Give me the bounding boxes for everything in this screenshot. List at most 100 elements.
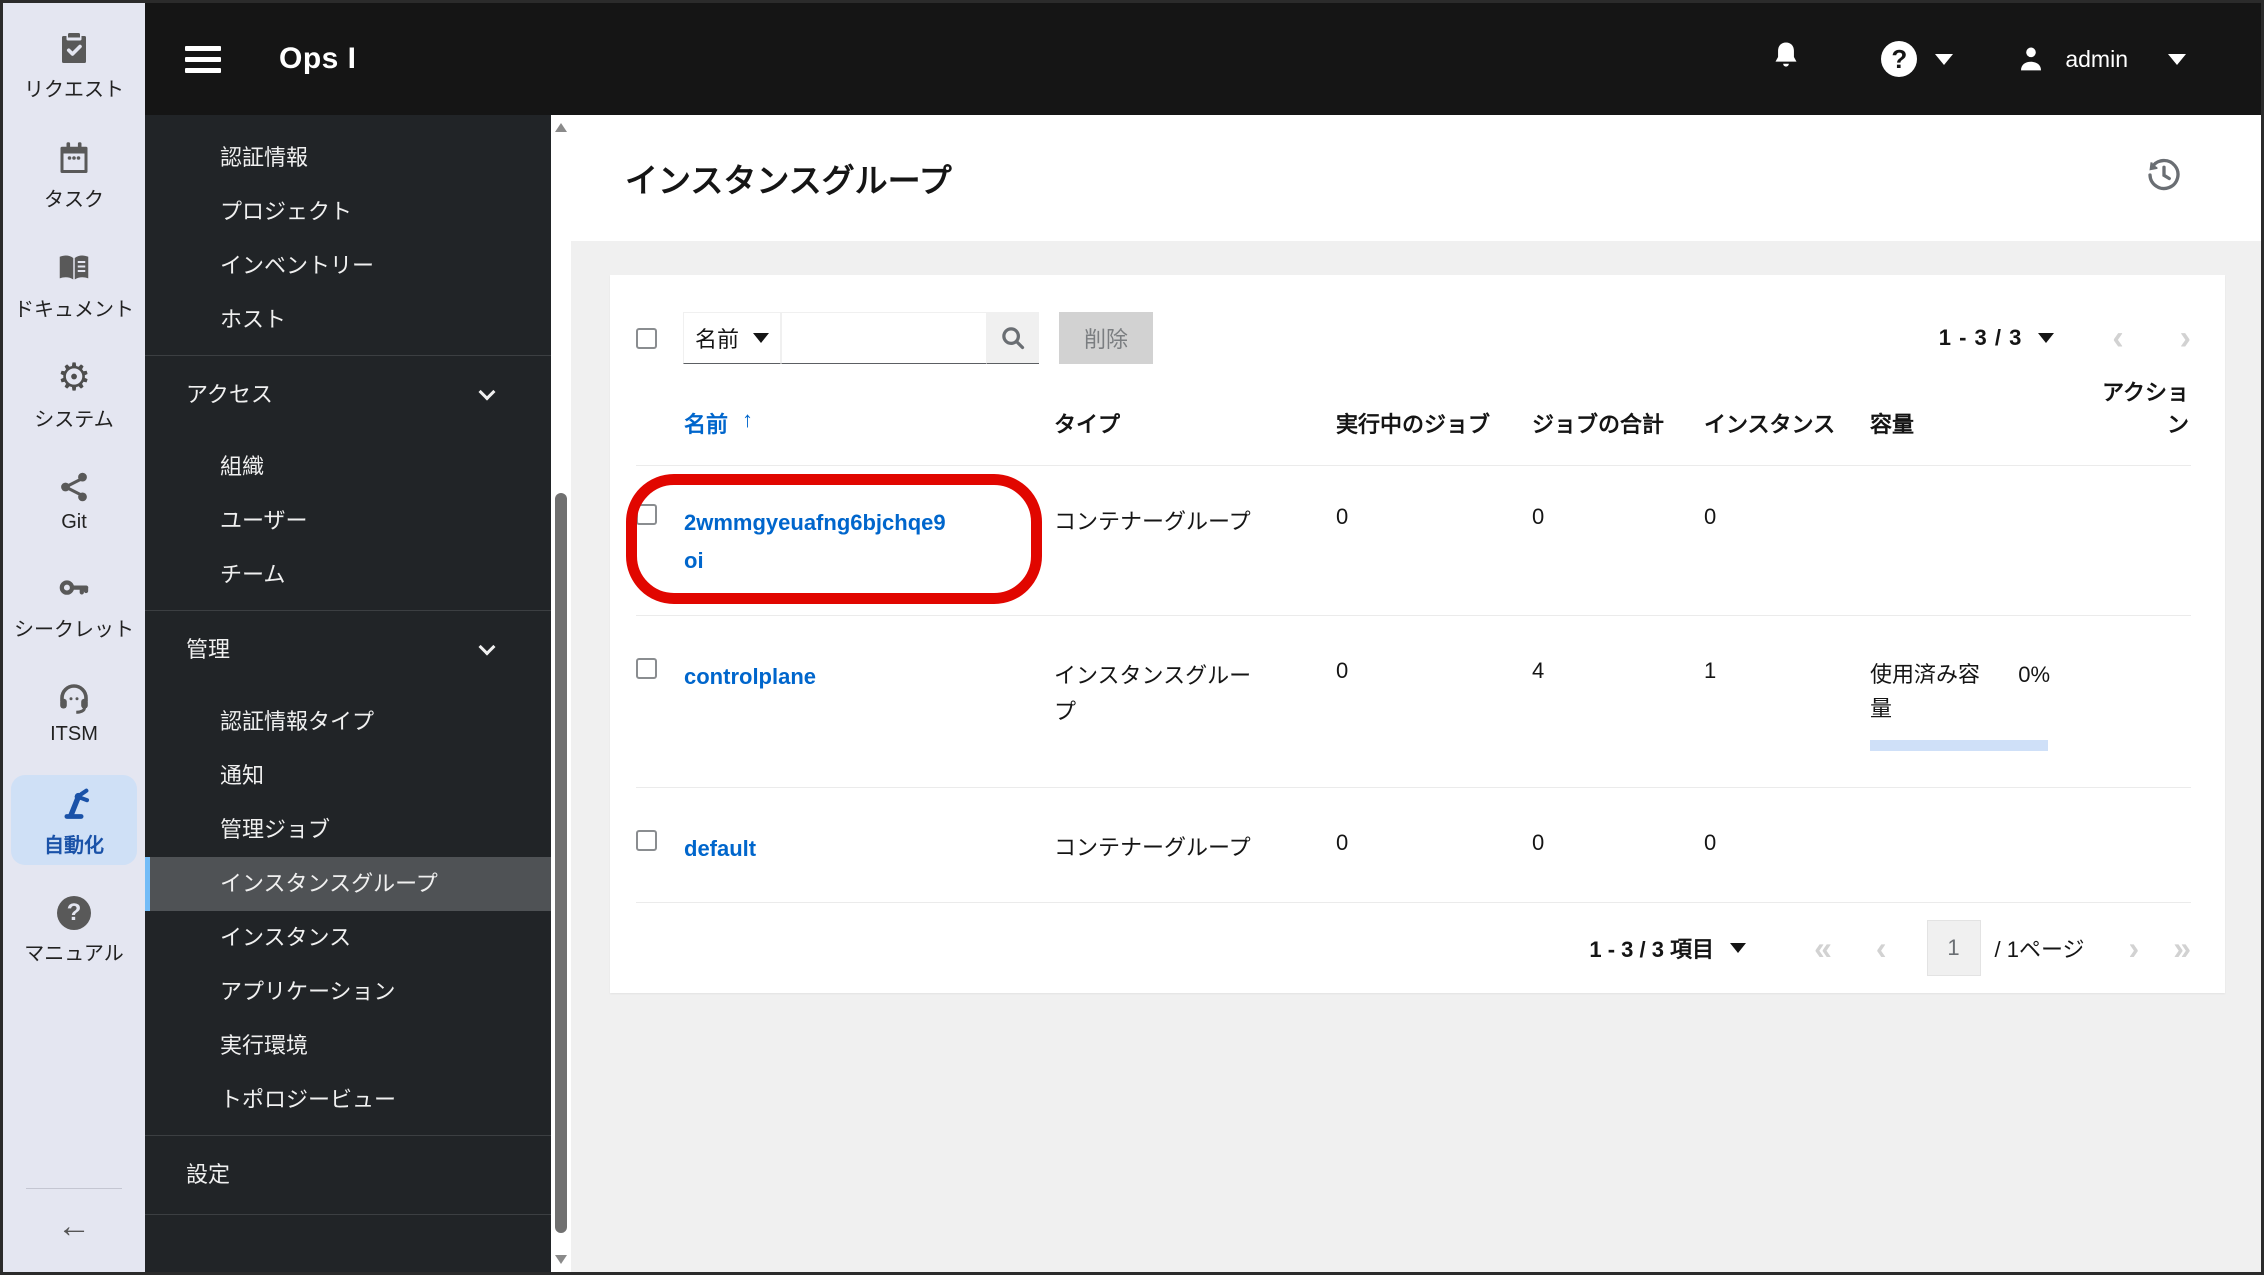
page-header: インスタンスグループ — [571, 115, 2261, 241]
prev-page-chevron[interactable]: ‹ — [2112, 321, 2123, 355]
user-menu[interactable]: admin — [2015, 43, 2186, 75]
sidebar-item-users[interactable]: ユーザー — [145, 494, 551, 548]
chevron-down-icon — [478, 638, 496, 656]
chevron-down-icon[interactable] — [2038, 333, 2055, 343]
divider — [145, 1214, 551, 1215]
cell-running-jobs: 0 — [1336, 504, 1349, 529]
row-checkbox[interactable] — [636, 658, 657, 679]
search-button[interactable] — [987, 312, 1039, 364]
rail-label: システム — [34, 409, 114, 431]
help-icon: ? — [1881, 41, 1918, 77]
sidebar-scrollbar[interactable] — [551, 115, 571, 1272]
column-header-name[interactable]: 名前 ↑ — [684, 407, 1054, 439]
last-page-button[interactable]: » — [2173, 932, 2191, 964]
instance-groups-card: 名前 削除 1 - 3 / 3 ‹ › 名前 ↑ タイプ 実行中のジョブ ジョブ… — [610, 275, 2225, 993]
hamburger-menu-icon[interactable] — [185, 40, 221, 79]
user-name: admin — [2065, 45, 2128, 72]
rail-label: ITSM — [50, 723, 98, 745]
next-page-button[interactable]: › — [2129, 932, 2140, 964]
rail-item-tasks[interactable]: タスク — [11, 131, 137, 219]
sidebar-section-administration[interactable]: 管理 — [145, 619, 551, 681]
cell-total-jobs: 4 — [1532, 658, 1545, 683]
sidebar-item-projects[interactable]: プロジェクト — [145, 185, 551, 239]
page-of-label: / 1ページ — [1994, 936, 2085, 962]
rail-label: マニュアル — [24, 943, 124, 965]
sidebar-section-access[interactable]: アクセス — [145, 364, 551, 426]
sidebar-nav: 認証情報 プロジェクト インベントリー ホスト アクセス 組織 ユーザー チーム… — [145, 115, 551, 1272]
cell-type: コンテナーグループ — [1054, 835, 1251, 860]
page-title: インスタンスグループ — [625, 162, 952, 199]
sidebar-item-instance-groups[interactable]: インスタンスグループ — [145, 857, 551, 911]
cell-type: コンテナーグループ — [1054, 509, 1251, 534]
help-menu[interactable]: ? — [1881, 41, 1954, 77]
current-page-input[interactable]: 1 — [1926, 919, 1981, 976]
row-checkbox[interactable] — [636, 830, 657, 851]
sidebar-item-management-jobs[interactable]: 管理ジョブ — [145, 803, 551, 857]
sidebar-item-applications[interactable]: アプリケーション — [145, 965, 551, 1019]
rail-item-git[interactable]: Git — [11, 461, 137, 541]
headset-icon — [60, 684, 88, 714]
sidebar-item-organizations[interactable]: 組織 — [145, 440, 551, 494]
sidebar-item-topology-view[interactable]: トポロジービュー — [145, 1073, 551, 1127]
column-header-actions: アクション — [2102, 380, 2189, 437]
cell-type: インスタンスグループ — [1054, 663, 1252, 724]
column-header-total-jobs: ジョブの合計 — [1532, 412, 1665, 437]
sidebar-item-instances[interactable]: インスタンス — [145, 911, 551, 965]
cell-instances: 1 — [1704, 658, 1717, 683]
divider — [145, 1135, 551, 1136]
clipboard-check-icon — [62, 33, 86, 63]
table-row: controlplane インスタンスグループ 0 4 1 使用済み容量 0% — [636, 615, 2191, 787]
sidebar-item-credentials[interactable]: 認証情報 — [145, 131, 551, 185]
column-header-running-jobs: 実行中のジョブ — [1336, 412, 1491, 437]
capacity-percent: 0% — [2018, 662, 2050, 687]
cell-running-jobs: 0 — [1336, 830, 1349, 855]
rail-item-secrets[interactable]: シークレット — [11, 563, 137, 649]
sidebar-item-execution-environments[interactable]: 実行環境 — [145, 1019, 551, 1073]
scroll-down-arrow-icon[interactable] — [555, 1255, 567, 1264]
main-content: インスタンスグループ 名前 削除 1 - 3 / 3 ‹ › 名前 ↑ タイプ … — [571, 115, 2261, 1272]
app-window: リクエスト タスク ドキュメント ⚙ システム Git シークレット ITSM … — [0, 0, 2264, 1275]
calendar-icon — [60, 142, 88, 173]
prev-page-button[interactable]: ‹ — [1876, 932, 1887, 964]
scroll-up-arrow-icon[interactable] — [555, 123, 567, 132]
sort-ascending-icon: ↑ — [742, 407, 754, 432]
chevron-down-icon — [2168, 53, 2186, 65]
sidebar-item-inventories[interactable]: インベントリー — [145, 239, 551, 293]
sidebar-item-hosts[interactable]: ホスト — [145, 293, 551, 347]
delete-button[interactable]: 削除 — [1059, 312, 1153, 364]
first-page-button[interactable]: « — [1814, 932, 1832, 964]
rail-item-requests[interactable]: リクエスト — [11, 21, 137, 109]
divider — [145, 355, 551, 356]
instance-group-link[interactable]: controlplane — [684, 658, 816, 696]
rail-item-automation[interactable]: 自動化 — [11, 775, 137, 865]
row-checkbox[interactable] — [636, 504, 657, 525]
chevron-down-icon[interactable] — [1730, 942, 1747, 953]
instance-group-link[interactable]: default — [684, 830, 756, 868]
rail-divider — [26, 1188, 122, 1189]
notifications-bell-icon[interactable] — [1769, 39, 1803, 79]
search-input[interactable] — [781, 312, 987, 364]
collapse-back-button[interactable]: ← — [57, 1207, 91, 1246]
rail-item-itsm[interactable]: ITSM — [11, 671, 137, 753]
sidebar-section-settings[interactable]: 設定 — [145, 1144, 551, 1206]
pagination-summary: 1 - 3 / 3 項目 — [1589, 936, 1715, 962]
rail-item-system[interactable]: ⚙ システム — [11, 351, 137, 439]
next-page-chevron[interactable]: › — [2180, 321, 2191, 355]
select-all-checkbox[interactable] — [636, 327, 657, 349]
filter-type-dropdown[interactable]: 名前 — [683, 312, 781, 364]
history-icon[interactable] — [2143, 154, 2185, 202]
chevron-down-icon — [478, 383, 496, 401]
cell-total-jobs: 0 — [1532, 830, 1545, 855]
rail-item-documents[interactable]: ドキュメント — [11, 241, 137, 329]
table-row: 2wmmgyeuafng6bjchqe9oi コンテナーグループ 0 0 0 — [636, 465, 2191, 615]
instance-group-link[interactable]: 2wmmgyeuafng6bjchqe9oi — [684, 504, 956, 580]
scrollbar-thumb[interactable] — [555, 493, 567, 1233]
rail-item-manual[interactable]: ? マニュアル — [11, 887, 137, 973]
sidebar-item-credential-types[interactable]: 認証情報タイプ — [145, 695, 551, 749]
gear-icon: ⚙ — [56, 357, 92, 399]
capacity-progress-bar — [1870, 740, 2048, 751]
sidebar-item-notifications[interactable]: 通知 — [145, 749, 551, 803]
sidebar-item-teams[interactable]: チーム — [145, 548, 551, 602]
rail-label: タスク — [44, 189, 104, 211]
automation-robot-icon — [64, 788, 90, 819]
